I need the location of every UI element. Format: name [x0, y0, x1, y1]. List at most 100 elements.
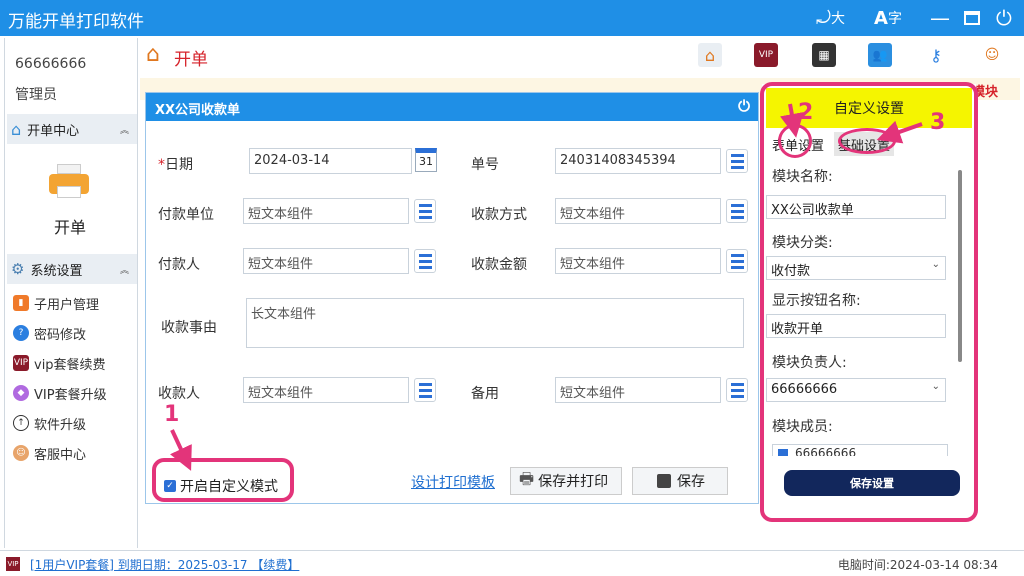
reason-textarea[interactable]: 长文本组件: [246, 298, 744, 348]
vip-renew-link[interactable]: [1用户VIP套餐] 到期日期：2025-03-17 【续费】: [30, 556, 299, 573]
open-order-tile[interactable]: 开单: [35, 162, 105, 238]
support-icon[interactable]: ☺: [980, 43, 1004, 67]
user-manage-icon: ▮: [13, 295, 29, 311]
diamond-icon: ◆: [13, 385, 29, 401]
pay-method-input[interactable]: 短文本组件: [555, 198, 721, 224]
section-system-settings-label: 系统设置: [30, 263, 83, 279]
power-button[interactable]: ⏻: [996, 6, 1012, 30]
floppy-icon: [657, 474, 671, 488]
support-icon: ☺: [13, 445, 29, 461]
upgrade-icon: ↑: [13, 415, 29, 431]
date-label: *日期: [158, 157, 193, 173]
sidebar-item-support[interactable]: ☺ 客服中心: [13, 442, 86, 464]
font-size-button[interactable]: ⤾ 大: [816, 6, 845, 30]
sidebar-item-user-manage[interactable]: ▮ 子用户管理: [13, 292, 99, 314]
collapse-icon: ︽: [119, 125, 129, 136]
backup-input[interactable]: 短文本组件: [555, 377, 721, 403]
form-header: XX公司收款单 ⏻: [146, 93, 758, 121]
user-id: 66666666: [15, 56, 87, 72]
sidebar-item-label: VIP套餐升级: [34, 387, 107, 403]
receiver-input[interactable]: 短文本组件: [243, 377, 409, 403]
list-icon[interactable]: [726, 149, 748, 173]
printer-icon: [49, 164, 89, 200]
font-icon: A: [874, 7, 888, 29]
status-bar: VIP [1用户VIP套餐] 到期日期：2025-03-17 【续费】 电脑时间…: [0, 550, 1024, 576]
font-size-label: 大: [831, 11, 845, 27]
annotation-circle-2: [778, 124, 812, 158]
minimize-icon: —: [930, 6, 950, 30]
pay-method-label: 收款方式: [471, 207, 527, 223]
payer-input[interactable]: 短文本组件: [243, 248, 409, 274]
power-icon[interactable]: ⏻: [738, 97, 750, 115]
payer-unit-label: 付款单位: [158, 207, 214, 223]
sidebar-item-label: 子用户管理: [34, 297, 100, 313]
form-title: XX公司收款单: [155, 103, 241, 118]
list-icon[interactable]: [726, 199, 748, 223]
payer-unit-input[interactable]: 短文本组件: [243, 198, 409, 224]
page-title: 开单: [174, 50, 208, 70]
calculator-icon[interactable]: ▦: [812, 43, 836, 67]
sidebar-item-label: 密码修改: [34, 327, 87, 343]
sidebar-item-label: vip套餐续费: [34, 357, 106, 373]
font-style-button[interactable]: A字: [874, 6, 902, 30]
receiver-label: 收款人: [158, 386, 200, 402]
annotation-circle-3: [838, 128, 896, 154]
computer-time: 电脑时间:2024-03-14 08:34: [837, 558, 998, 572]
order-no-label: 单号: [471, 157, 499, 173]
home-icon[interactable]: ⌂: [698, 43, 722, 67]
date-input[interactable]: 2024-03-14: [249, 148, 412, 174]
sidebar-item-password[interactable]: ? 密码修改: [13, 322, 86, 344]
list-icon[interactable]: [414, 199, 436, 223]
design-template-link[interactable]: 设计打印模板: [411, 472, 495, 492]
key-user-icon[interactable]: ⚷: [924, 43, 948, 67]
vip-icon[interactable]: VIP: [754, 43, 778, 67]
payer-label: 付款人: [158, 257, 200, 273]
receipt-form: XX公司收款单 ⏻ *日期 2024-03-14 31 单号 240314083…: [145, 92, 759, 504]
reason-label: 收款事由: [161, 320, 217, 336]
calendar-icon[interactable]: 31: [415, 148, 437, 172]
power-icon: ⏻: [996, 6, 1012, 30]
user-role: 管理员: [15, 87, 57, 103]
annotation-marker-2: 2: [798, 100, 814, 125]
app-title: 万能开单打印软件: [8, 12, 144, 32]
amount-input[interactable]: 短文本组件: [555, 248, 721, 274]
amount-label: 收款金额: [471, 257, 527, 273]
open-order-label: 开单: [53, 218, 86, 237]
section-order-center[interactable]: ⌂ 开单中心 ︽: [7, 114, 137, 144]
home-icon: ⌂: [11, 119, 22, 139]
gear-icon: ⚙: [11, 260, 25, 278]
section-system-settings[interactable]: ⚙ 系统设置 ︽: [7, 254, 137, 284]
sidebar: 66666666 管理员 ⌂ 开单中心 ︽ 开单 ⚙ 系统设置 ︽ ▮ 子用户管理…: [4, 38, 138, 548]
maximize-button[interactable]: [964, 6, 980, 30]
list-icon[interactable]: [414, 249, 436, 273]
annotation-marker-3: 3: [930, 110, 946, 135]
annotation-box-1: [152, 458, 294, 502]
users-icon[interactable]: 👥: [868, 43, 892, 67]
question-icon: ?: [13, 325, 29, 341]
sidebar-item-vip-renew[interactable]: VIP vip套餐续费: [13, 352, 106, 374]
rotate-icon: ⤾: [816, 7, 831, 29]
home-icon: ⌂: [146, 42, 160, 67]
list-icon[interactable]: [726, 378, 748, 402]
vip-icon: VIP: [13, 355, 29, 371]
list-icon[interactable]: [414, 378, 436, 402]
maximize-icon: [964, 11, 980, 25]
font-style-label: 字: [887, 11, 902, 27]
collapse-icon: ︽: [119, 265, 129, 276]
minimize-button[interactable]: —: [930, 6, 950, 30]
save-label: 保存: [677, 474, 705, 490]
title-bar: 万能开单打印软件 ⤾ 大 A字 — ⏻: [0, 0, 1024, 36]
save-print-button[interactable]: 🖶 保存并打印: [510, 467, 622, 495]
sidebar-item-label: 客服中心: [34, 447, 87, 463]
sidebar-item-software-upgrade[interactable]: ↑ 软件升级: [13, 412, 86, 434]
sidebar-item-vip-upgrade[interactable]: ◆ VIP套餐升级: [13, 382, 107, 404]
save-button[interactable]: 保存: [632, 467, 728, 495]
vip-icon: VIP: [6, 557, 20, 571]
section-order-center-label: 开单中心: [27, 123, 80, 139]
list-icon[interactable]: [726, 249, 748, 273]
backup-label: 备用: [471, 386, 499, 402]
sidebar-item-label: 软件升级: [34, 417, 87, 433]
annotation-marker-1: 1: [164, 402, 180, 427]
order-no-input[interactable]: 24031408345394: [555, 148, 721, 174]
main-header: ⌂ 开单 ⌂ VIP ▦ 👥 ⚷ ☺: [140, 38, 1024, 74]
